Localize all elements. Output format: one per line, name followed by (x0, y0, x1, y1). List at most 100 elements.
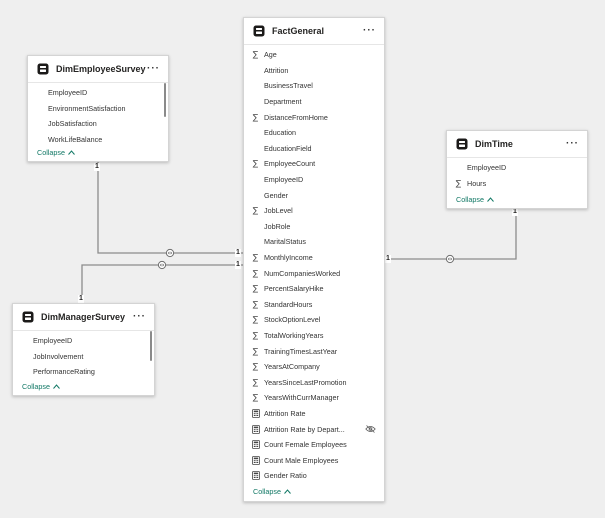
field-row[interactable]: ∑ Age (244, 47, 384, 63)
relationship-employee-survey-line[interactable] (97, 160, 243, 254)
field-label: MaritalStatus (264, 237, 306, 247)
field-label: Hours (467, 178, 487, 188)
table-card-dimemployeesurvey[interactable]: DimEmployeeSurvey ··· EmployeeID Environm… (27, 55, 169, 162)
table-title: FactGeneral (272, 26, 325, 36)
field-row[interactable]: Count Male Employees (244, 452, 384, 468)
field-row[interactable]: EmployeeID (447, 160, 587, 176)
table-header[interactable]: DimManagerSurvey ··· (13, 304, 154, 331)
field-row[interactable]: Attrition Rate (244, 406, 384, 422)
sigma-icon: ∑ (252, 206, 259, 216)
sigma-icon: ∑ (252, 377, 259, 387)
more-options-button[interactable]: ··· (133, 312, 146, 322)
field-row[interactable]: Attrition (244, 63, 384, 79)
field-row[interactable]: EmployeeID (28, 85, 168, 101)
field-row[interactable]: ∑ JobLevel (244, 203, 384, 219)
field-label: Count Female Employees (264, 440, 347, 450)
calculator-icon (250, 409, 261, 418)
field-row[interactable]: WorkLifeBalance (28, 132, 168, 148)
table-icon (21, 310, 35, 324)
chevron-up-icon (487, 197, 494, 202)
field-row[interactable]: ∑ TotalWorkingYears (244, 328, 384, 344)
bidirectional-filter-icon (445, 254, 455, 264)
field-row[interactable]: Department (244, 94, 384, 110)
field-row[interactable]: ∑ YearsAtCompany (244, 359, 384, 375)
field-label: Gender Ratio (264, 471, 307, 481)
collapse-label: Collapse (253, 487, 281, 496)
field-label: JobInvolvement (33, 351, 84, 361)
model-canvas[interactable]: 1 1 1 1 1 1 FactGeneral ··· ∑ Age Attritio… (0, 0, 605, 518)
field-label: Count Male Employees (264, 455, 339, 465)
field-row[interactable]: ∑ StandardHours (244, 297, 384, 313)
field-label: DistanceFromHome (264, 112, 328, 122)
relationship-time-line[interactable] (383, 208, 517, 260)
field-row[interactable]: JobSatisfaction (28, 116, 168, 132)
field-row[interactable]: MaritalStatus (244, 234, 384, 250)
table-icon (252, 24, 266, 38)
more-options-button[interactable]: ··· (147, 64, 160, 74)
field-label: NumCompaniesWorked (264, 268, 341, 278)
table-header[interactable]: DimTime ··· (447, 131, 587, 158)
field-row[interactable]: ∑ YearsSinceLastPromotion (244, 374, 384, 390)
field-row[interactable]: ∑ TrainingTimesLastYear (244, 343, 384, 359)
calculator-icon (250, 424, 261, 434)
field-row[interactable]: ∑ Hours (447, 176, 587, 192)
field-row[interactable]: PerformanceRating (13, 364, 154, 380)
field-row[interactable]: ∑ StockOptionLevel (244, 312, 384, 328)
field-row[interactable]: ∑ MonthlyIncome (244, 250, 384, 266)
chevron-up-icon (284, 489, 291, 494)
field-row[interactable]: ∑ NumCompaniesWorked (244, 265, 384, 281)
field-label: TotalWorkingYears (264, 330, 324, 340)
scrollbar[interactable] (150, 331, 152, 361)
more-options-button[interactable]: ··· (566, 139, 579, 149)
field-row[interactable]: JobInvolvement (13, 349, 154, 365)
field-row[interactable]: Attrition Rate by Depart... (244, 421, 384, 437)
collapse-button[interactable]: Collapse (28, 148, 75, 157)
cardinality-one-label: 1 (235, 261, 241, 269)
table-card-dimtime[interactable]: DimTime ··· EmployeeID ∑ Hours Collapse (446, 130, 588, 209)
collapse-button[interactable]: Collapse (244, 487, 291, 496)
field-row[interactable]: Education (244, 125, 384, 141)
field-label: Gender (264, 190, 288, 200)
scrollbar[interactable] (164, 83, 166, 117)
field-row[interactable]: ∑ DistanceFromHome (244, 109, 384, 125)
field-label: Attrition Rate (264, 408, 306, 418)
calculator-icon (250, 471, 261, 481)
table-card-dimmanagersurvey[interactable]: DimManagerSurvey ··· EmployeeID JobInvolv… (12, 303, 155, 396)
field-row[interactable]: ∑ YearsWithCurrManager (244, 390, 384, 406)
field-label: EducationField (264, 143, 312, 153)
field-row[interactable]: JobRole (244, 219, 384, 235)
field-row[interactable]: EmployeeID (13, 333, 154, 349)
more-options-button[interactable]: ··· (363, 26, 376, 36)
relationship-manager-survey-line[interactable] (81, 264, 243, 303)
field-row[interactable]: Gender (244, 187, 384, 203)
field-row[interactable]: EducationField (244, 141, 384, 157)
sigma-icon: ∑ (252, 112, 259, 122)
field-label: YearsSinceLastPromotion (264, 377, 347, 387)
sigma-icon: ∑ (252, 346, 259, 356)
field-row[interactable]: ∑ PercentSalaryHike (244, 281, 384, 297)
field-row[interactable]: Gender Ratio (244, 468, 384, 484)
field-label: YearsAtCompany (264, 362, 320, 372)
field-row[interactable]: ∑ EmployeeCount (244, 156, 384, 172)
field-row[interactable]: EmployeeID (244, 172, 384, 188)
table-header[interactable]: DimEmployeeSurvey ··· (28, 56, 168, 83)
collapse-label: Collapse (22, 382, 50, 391)
field-row[interactable]: BusinessTravel (244, 78, 384, 94)
table-card-factgeneral[interactable]: FactGeneral ··· ∑ Age Attrition BusinessTra… (243, 17, 385, 502)
sigma-icon: ∑ (252, 330, 259, 340)
field-row[interactable]: EnvironmentSatisfaction (28, 101, 168, 117)
field-label: Attrition Rate by Depart... (264, 424, 345, 434)
table-icon (455, 137, 469, 151)
sigma-icon: ∑ (252, 284, 259, 294)
eye-hidden-icon[interactable] (365, 425, 376, 433)
collapse-button[interactable]: Collapse (13, 382, 60, 391)
table-header[interactable]: FactGeneral ··· (244, 18, 384, 45)
table-title: DimEmployeeSurvey (56, 64, 146, 74)
cardinality-one-label: 1 (235, 249, 241, 257)
field-row[interactable]: Count Female Employees (244, 437, 384, 453)
table-title: DimManagerSurvey (41, 312, 126, 322)
sigma-icon: ∑ (252, 393, 259, 403)
collapse-button[interactable]: Collapse (447, 195, 494, 204)
field-label: Attrition (264, 65, 289, 75)
field-label: EmployeeCount (264, 159, 316, 169)
